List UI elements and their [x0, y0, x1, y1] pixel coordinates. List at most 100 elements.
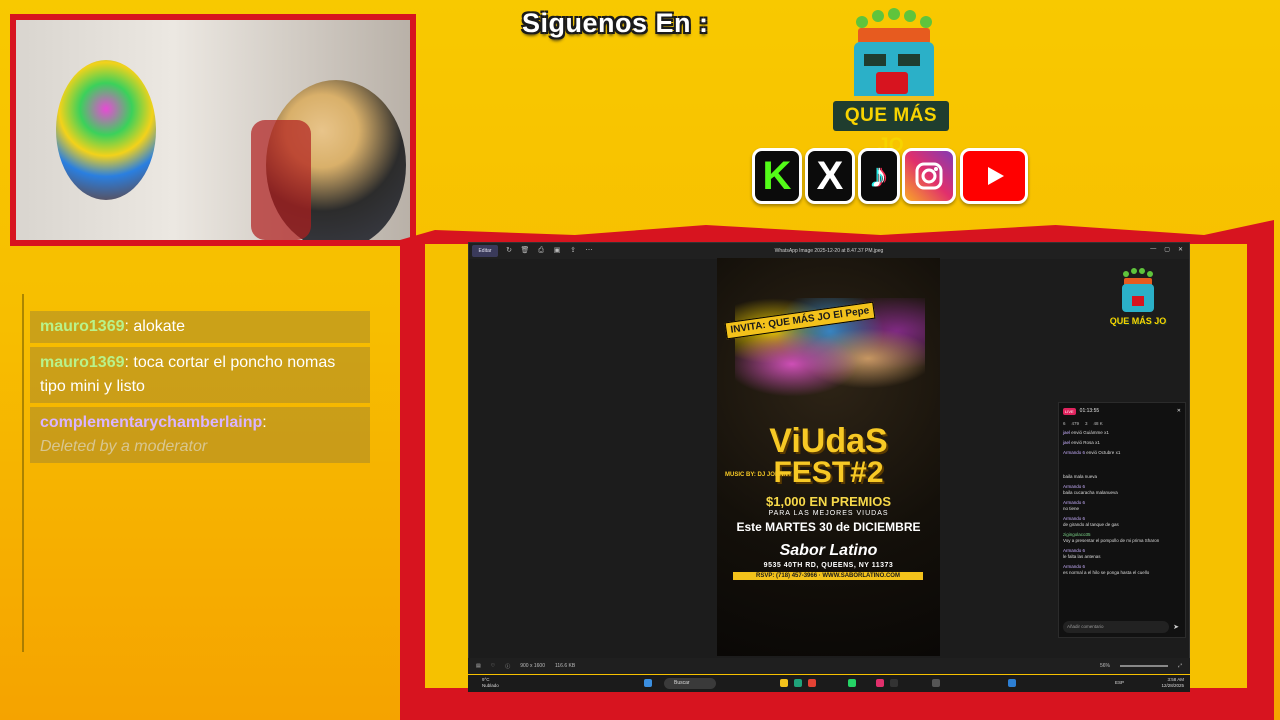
stream-chat-panel: LIVE 01:13:55 ✕ 6 479 3 48 K jael envió … — [1058, 402, 1186, 638]
gift-text: envió Guiámme — [1071, 430, 1103, 435]
chat-row-user: Armando 6 — [1063, 500, 1086, 505]
chat-row-user: zigingolaco35 — [1063, 532, 1091, 537]
chrome-icon[interactable] — [808, 679, 816, 687]
youtube-icon[interactable] — [960, 148, 1028, 204]
clock-date: 12/28/2025 — [1161, 683, 1184, 688]
gift-row: jael envió Rosa x1 — [1059, 438, 1185, 448]
poster-premios: $1,000 EN PREMIOS — [766, 494, 891, 509]
gift-count: x1 — [1095, 440, 1100, 445]
chat-row: Armando 6 de girando al tanque de gas — [1059, 514, 1185, 530]
chat-separator: : — [262, 414, 267, 431]
weather-desc: Nublado — [482, 683, 499, 688]
fullscreen-icon[interactable]: ⤢ — [1178, 663, 1182, 669]
chat-username: complementarychamberlainp — [40, 414, 263, 431]
favorite-icon[interactable]: ♡ — [491, 663, 495, 669]
chat-row-text: le falta las antenas — [1063, 554, 1101, 559]
stat-value: 3 — [1085, 421, 1088, 426]
chat-row-text: Voy a presentar el pompollo de mi prima … — [1063, 538, 1160, 543]
zoom-slider[interactable] — [1119, 665, 1168, 667]
more-icon[interactable]: ⋯ — [584, 246, 594, 256]
zoom-level[interactable]: 56% — [1100, 663, 1110, 669]
chat-close-icon[interactable]: ✕ — [1177, 408, 1181, 414]
stream-logo-text: QUE MÁS JO — [1109, 316, 1167, 326]
instagram-taskbar-icon[interactable] — [876, 679, 884, 687]
send-icon[interactable]: ➤ — [1173, 623, 1179, 631]
gift-row: jael envió Guiámme x1 — [1059, 428, 1185, 438]
poster-title: ViUdaS — [769, 422, 888, 460]
filmstrip-icon[interactable]: ▤ — [476, 663, 481, 669]
info-icon[interactable]: ⓘ — [505, 663, 510, 670]
gift-text: envió Rosa — [1071, 440, 1094, 445]
tiktok-taskbar-icon[interactable] — [890, 679, 898, 687]
stream-logo — [1122, 268, 1154, 312]
crop-icon[interactable]: ▣ — [552, 246, 562, 256]
chat-row-user: Armando 6 — [1063, 516, 1086, 521]
weather-widget[interactable]: 9°C Nublado — [482, 677, 499, 689]
gift-user: jael — [1063, 430, 1071, 435]
maximize-icon[interactable]: ▢ — [1164, 246, 1170, 253]
webcam-frame — [10, 14, 416, 246]
chat-message: mauro1369: toca cortar el poncho nomas t… — [30, 347, 370, 403]
taskbar-clock[interactable]: 3:58 AM 12/28/2025 — [1161, 677, 1184, 689]
chat-row-text: no tiene — [1063, 506, 1080, 511]
follow-title: Siguenos En : — [522, 8, 709, 38]
chat-row: Armando 6 le falta las antenas — [1059, 546, 1185, 562]
photos-icon[interactable] — [1008, 679, 1016, 687]
chat-row-text: baila cucaracha malanueva — [1063, 490, 1118, 495]
poster-para: PARA LAS MEJORES VIUDAS — [768, 510, 889, 517]
chat-row: Armando 6 es normal a el hilo se ponga ha… — [1059, 562, 1185, 578]
poster-music: MUSIC BY: DJ JOHNNY — [725, 472, 792, 478]
close-icon[interactable]: ✕ — [1178, 246, 1183, 253]
webcam-person-left — [56, 60, 156, 200]
whatsapp-icon[interactable] — [848, 679, 856, 687]
chat-row: baila mala nueva — [1059, 472, 1185, 482]
chat-row: Armando 6 baila cucaracha malanueva — [1059, 482, 1185, 498]
comment-input[interactable]: Añadir comentario — [1063, 621, 1169, 633]
tiktok-icon[interactable]: ♪ — [858, 148, 900, 204]
chat-row-user: Armando 6 — [1063, 548, 1086, 553]
edit-button[interactable]: Editar — [472, 245, 498, 257]
chat-panel-header: LIVE 01:13:55 ✕ — [1059, 403, 1185, 419]
stream-stats: 6 479 3 48 K — [1059, 419, 1185, 428]
youtube-play-glyph — [988, 167, 1004, 185]
image-size: 116.6 KB — [554, 663, 576, 669]
gift-row: Armando 6 envió Octubre x1 — [1059, 448, 1185, 458]
language-indicator[interactable]: ESP — [1115, 680, 1124, 685]
webcam-video — [16, 20, 410, 240]
taskbar-search[interactable]: Buscar — [664, 678, 716, 689]
kick-icon[interactable]: K — [752, 148, 802, 204]
rotate-icon[interactable]: ↻ — [504, 246, 514, 256]
share-icon[interactable]: ⇪ — [568, 246, 578, 256]
live-badge: LIVE — [1063, 407, 1076, 415]
poster-address: 9535 40TH RD, QUEENS, NY 11373 — [763, 562, 894, 569]
viewer-toolbar: Editar ↻ 🗑 ⎙ ▣ ⇪ ⋯ WhatsApp Image 2025-1… — [469, 243, 1189, 259]
edge-icon[interactable] — [794, 679, 802, 687]
gift-count: x1 — [1104, 430, 1109, 435]
chat-row-user: Armando 6 — [1063, 564, 1086, 569]
chat-row-text: de girando al tanque de gas — [1063, 522, 1119, 527]
delete-icon[interactable]: 🗑 — [520, 246, 530, 256]
chat-message: complementarychamberlainp: Deleted by a … — [30, 407, 370, 463]
instagram-glyph — [915, 162, 943, 190]
print-icon[interactable]: ⎙ — [536, 246, 546, 256]
chat-divider — [22, 294, 24, 652]
start-icon[interactable] — [644, 679, 652, 687]
chat-username: mauro1369 — [40, 318, 125, 335]
stream-timer: 01:13:55 — [1079, 408, 1100, 414]
minimize-icon[interactable]: — — [1150, 246, 1156, 253]
chat-text: alokate — [133, 318, 185, 335]
explorer-icon[interactable] — [780, 679, 788, 687]
chat-row: Armando 6 no tiene — [1059, 498, 1185, 514]
gift-text: envió Octubre — [1086, 450, 1115, 455]
chat-deleted-text: Deleted by a moderator — [40, 438, 208, 455]
gift-user: jael — [1063, 440, 1071, 445]
stat-value: 479 — [1071, 421, 1080, 426]
window-controls: — ▢ ✕ — [1150, 246, 1183, 253]
gift-user: Armando 6 — [1063, 450, 1086, 455]
x-icon[interactable]: X — [805, 148, 855, 204]
instagram-icon[interactable] — [902, 148, 956, 204]
event-poster: INVITA: QUE MÁS JO El Pepe ViUdaS FEST#2… — [717, 258, 940, 656]
image-dimensions: 900 x 1600 — [520, 663, 545, 669]
poster-venue: Sabor Latino — [779, 542, 878, 559]
obs-icon[interactable] — [932, 679, 940, 687]
